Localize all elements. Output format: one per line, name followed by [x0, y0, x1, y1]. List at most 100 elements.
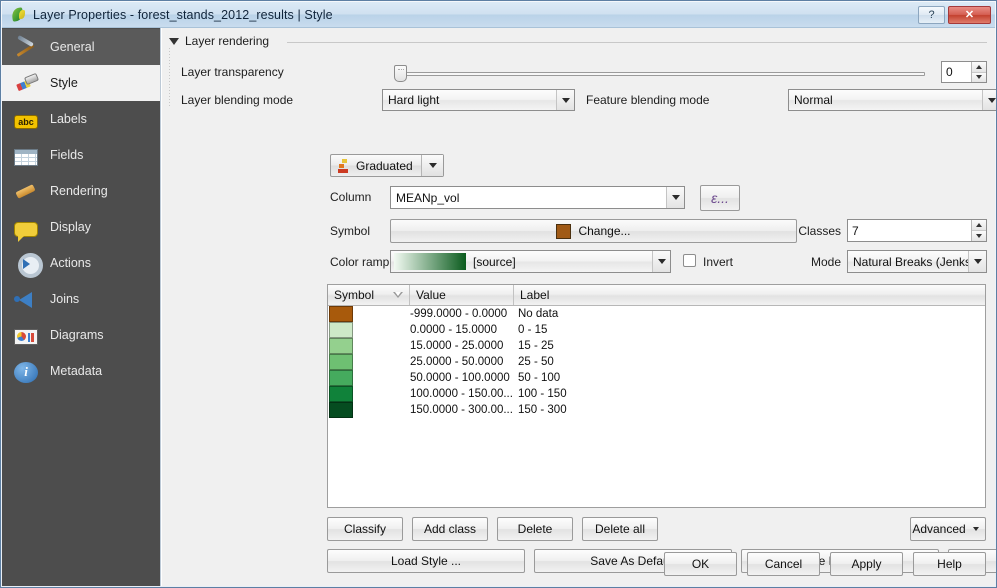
row-symbol-cell[interactable]: [328, 370, 410, 386]
spin-up-button[interactable]: [972, 62, 986, 73]
column-header-label[interactable]: Label: [514, 285, 985, 305]
layer-rendering-header[interactable]: Layer rendering: [169, 34, 275, 48]
load-style-button[interactable]: Load Style ...: [327, 549, 525, 573]
row-label-cell[interactable]: 15 - 25: [514, 338, 985, 354]
sidebar-item-metadata[interactable]: i Metadata: [2, 353, 160, 389]
table-row[interactable]: 0.0000 - 15.00000 - 15: [328, 322, 985, 338]
row-label-cell[interactable]: No data: [514, 306, 985, 322]
chevron-down-icon[interactable]: [967, 527, 985, 531]
class-color-swatch[interactable]: [329, 386, 353, 402]
delete-all-button[interactable]: Delete all: [582, 517, 658, 541]
table-row[interactable]: -999.0000 - 0.0000No data: [328, 306, 985, 322]
sidebar-item-labels[interactable]: abc Labels: [2, 101, 160, 137]
table-row[interactable]: 15.0000 - 25.000015 - 25: [328, 338, 985, 354]
row-value-cell[interactable]: 50.0000 - 100.0000: [410, 370, 514, 386]
collapse-triangle-icon[interactable]: [169, 38, 179, 45]
classes-up-button[interactable]: [972, 220, 986, 231]
close-window-button[interactable]: ✕: [948, 6, 991, 24]
chevron-down-icon[interactable]: [556, 90, 574, 110]
class-color-swatch[interactable]: [329, 354, 353, 370]
spin-down-button[interactable]: [972, 73, 986, 83]
row-label-cell[interactable]: 0 - 15: [514, 322, 985, 338]
ok-button[interactable]: OK: [664, 552, 737, 576]
transparency-value[interactable]: 0: [942, 62, 971, 82]
class-color-swatch[interactable]: [329, 338, 353, 354]
column-header-value[interactable]: Value: [410, 285, 514, 305]
class-color-swatch[interactable]: [329, 402, 353, 418]
chevron-down-icon[interactable]: [968, 251, 986, 272]
title-bar: Layer Properties - forest_stands_2012_re…: [2, 2, 995, 28]
row-symbol-cell[interactable]: [328, 322, 410, 338]
graduated-icon: [337, 159, 351, 173]
sidebar-item-diagrams[interactable]: Diagrams: [2, 317, 160, 353]
feature-blend-combo[interactable]: Normal: [788, 89, 997, 111]
row-symbol-cell[interactable]: [328, 338, 410, 354]
classes-spin-buttons: [971, 220, 986, 241]
table-row[interactable]: 100.0000 - 150.00...100 - 150: [328, 386, 985, 402]
chevron-down-icon[interactable]: [421, 155, 443, 176]
row-value-cell[interactable]: 0.0000 - 15.0000: [410, 322, 514, 338]
chevron-down-icon[interactable]: [982, 90, 997, 110]
row-value-cell[interactable]: 15.0000 - 25.0000: [410, 338, 514, 354]
add-class-button[interactable]: Add class: [412, 517, 488, 541]
classes-spinbox[interactable]: 7: [847, 219, 987, 242]
class-color-swatch[interactable]: [329, 370, 353, 386]
color-ramp-combo[interactable]: [source]: [390, 250, 671, 273]
transparency-slider[interactable]: [394, 64, 925, 82]
class-color-swatch[interactable]: [329, 322, 353, 338]
invert-label: Invert: [703, 255, 733, 269]
help-window-button[interactable]: ?: [918, 6, 945, 24]
table-row[interactable]: 25.0000 - 50.000025 - 50: [328, 354, 985, 370]
table-row[interactable]: 50.0000 - 100.000050 - 100: [328, 370, 985, 386]
sidebar-item-joins[interactable]: Joins: [2, 281, 160, 317]
transparency-row: Layer transparency 0: [181, 61, 987, 83]
row-value-cell[interactable]: 100.0000 - 150.00...: [410, 386, 514, 402]
mode-combo[interactable]: Natural Breaks (Jenks): [847, 250, 987, 273]
style-panel: Layer rendering Layer transparency 0: [161, 28, 995, 586]
renderer-type-value: Graduated: [356, 159, 421, 173]
classes-value[interactable]: 7: [848, 220, 971, 241]
sidebar-label-rendering: Rendering: [50, 184, 108, 198]
column-header-symbol[interactable]: Symbol: [328, 285, 410, 305]
cancel-button[interactable]: Cancel: [747, 552, 820, 576]
advanced-button[interactable]: Advanced: [910, 517, 986, 541]
layer-blend-combo[interactable]: Hard light: [382, 89, 575, 111]
row-label-cell[interactable]: 100 - 150: [514, 386, 985, 402]
arrow-down-icon: [976, 234, 982, 238]
table-row[interactable]: 150.0000 - 300.00...150 - 300: [328, 402, 985, 418]
row-value-cell[interactable]: -999.0000 - 0.0000: [410, 306, 514, 322]
sidebar-item-style[interactable]: Style: [2, 65, 160, 101]
chevron-down-icon[interactable]: [666, 187, 684, 208]
row-label-cell[interactable]: 150 - 300: [514, 402, 985, 418]
row-symbol-cell[interactable]: [328, 354, 410, 370]
expression-builder-button[interactable]: ε...: [700, 185, 740, 211]
class-color-swatch[interactable]: [329, 306, 353, 322]
sidebar-item-actions[interactable]: Actions: [2, 245, 160, 281]
row-symbol-cell[interactable]: [328, 386, 410, 402]
row-label-cell[interactable]: 50 - 100: [514, 370, 985, 386]
delete-button[interactable]: Delete: [497, 517, 573, 541]
change-symbol-button[interactable]: Change...: [390, 219, 797, 243]
row-value-cell[interactable]: 25.0000 - 50.0000: [410, 354, 514, 370]
classes-down-button[interactable]: [972, 231, 986, 241]
apply-button[interactable]: Apply: [830, 552, 903, 576]
row-symbol-cell[interactable]: [328, 306, 410, 322]
slider-thumb[interactable]: [394, 65, 407, 82]
renderer-type-combo[interactable]: Graduated: [330, 154, 444, 177]
table-grid-icon: [14, 149, 38, 166]
column-header-label-label: Label: [520, 288, 549, 302]
row-label-cell[interactable]: 25 - 50: [514, 354, 985, 370]
classify-button[interactable]: Classify: [327, 517, 403, 541]
classification-table[interactable]: Symbol Value Label -999.0000 - 0.0000No …: [327, 284, 986, 508]
row-value-cell[interactable]: 150.0000 - 300.00...: [410, 402, 514, 418]
sidebar-item-general[interactable]: General: [2, 29, 160, 65]
sidebar-item-display[interactable]: Display: [2, 209, 160, 245]
chevron-down-icon[interactable]: [652, 251, 670, 272]
sidebar-item-rendering[interactable]: Rendering: [2, 173, 160, 209]
invert-checkbox[interactable]: [683, 254, 696, 267]
row-symbol-cell[interactable]: [328, 402, 410, 418]
transparency-spinbox[interactable]: 0: [941, 61, 987, 83]
help-button[interactable]: Help: [913, 552, 986, 576]
column-combo[interactable]: MEANp_vol: [390, 186, 685, 209]
sidebar-item-fields[interactable]: Fields: [2, 137, 160, 173]
